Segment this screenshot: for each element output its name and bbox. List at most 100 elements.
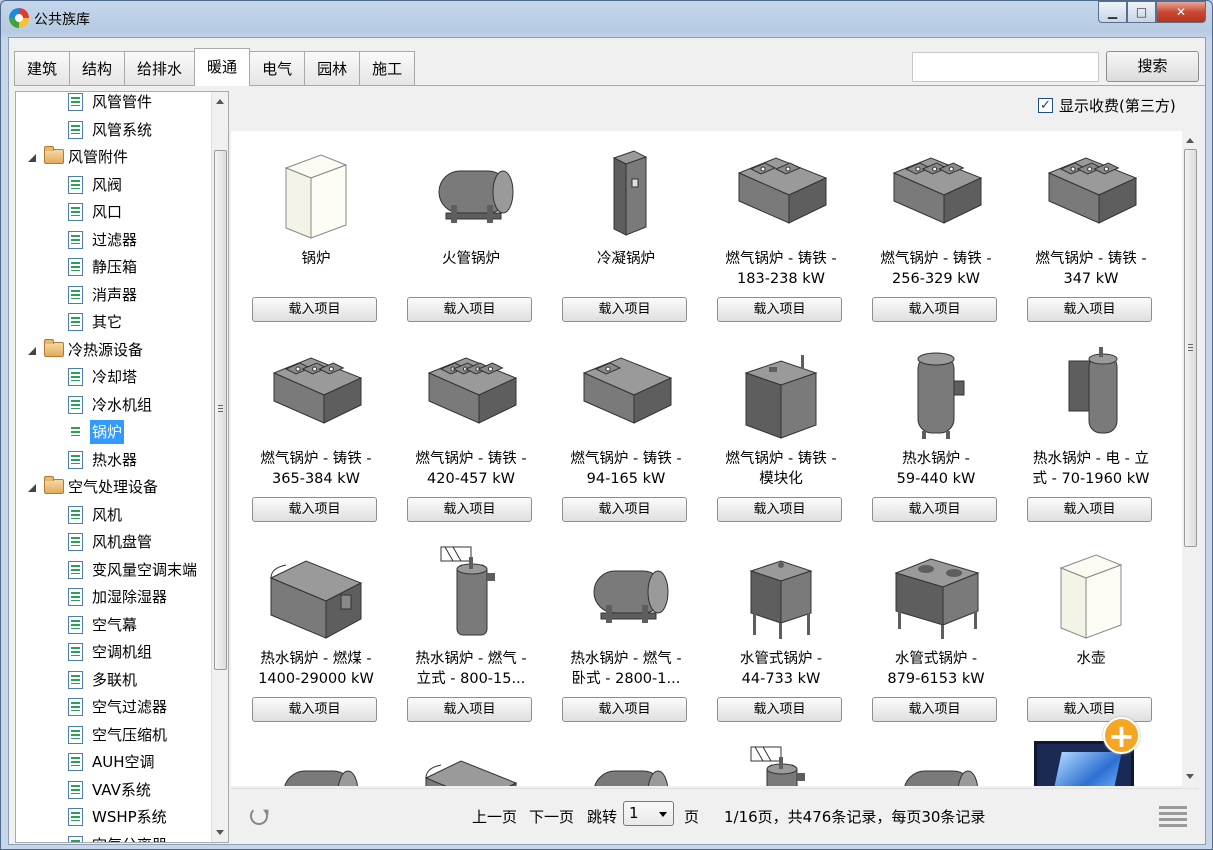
close-button[interactable]: ✕	[1156, 1, 1206, 23]
load-project-button[interactable]: 载入项目	[872, 697, 997, 722]
grid-scroll-thumb[interactable]	[1184, 149, 1197, 547]
family-name-line: 燃气锅炉 - 铸铁 -	[725, 251, 837, 267]
minimize-button[interactable]: ▁	[1098, 1, 1127, 23]
family-card[interactable]: 火管锅炉 载入项目	[396, 131, 546, 322]
tree-label: 空气处理设备	[68, 478, 159, 496]
family-name-line: 水壶	[1076, 651, 1106, 667]
show-paid-label: 显示收费(第三方)	[1059, 97, 1176, 115]
family-card[interactable]: 水管式锅炉 - 44-733 kW 载入项目	[706, 531, 856, 722]
tab-2[interactable]: 给排水	[124, 51, 196, 86]
family-card[interactable]: 水管式锅炉 - 879-6153 kW 载入项目	[861, 531, 1011, 722]
tree-scroll-thumb[interactable]	[214, 150, 227, 670]
tab-0[interactable]: 建筑	[14, 51, 71, 86]
family-file-icon	[68, 670, 83, 689]
tree-label: 冷热源设备	[68, 340, 144, 359]
expand-arrow-icon[interactable]	[28, 154, 36, 162]
tree-label: 空气过滤器	[92, 698, 168, 716]
family-card[interactable]: 热水锅炉 - 燃气 - 卧式 - 2800-1... 载入项目	[551, 531, 701, 722]
family-card[interactable]: 燃气锅炉 - 铸铁 - 347 kW 载入项目	[1016, 131, 1166, 322]
family-thumbnail	[266, 143, 366, 243]
title-bar[interactable]: 公共族库 ▁ □ ✕	[1, 1, 1212, 37]
page-select[interactable]: 1	[623, 801, 674, 826]
load-project-button[interactable]: 载入项目	[252, 297, 377, 322]
next-page-link[interactable]: 下一页	[529, 806, 574, 827]
family-name: 热水锅炉 - 燃气 - 卧式 - 2800-1...	[551, 649, 701, 689]
list-view-icon[interactable]	[1159, 806, 1187, 828]
load-project-button[interactable]: 载入项目	[562, 697, 687, 722]
family-name-line: 44-733 kW	[741, 671, 821, 687]
family-card[interactable]: 燃气锅炉 - 铸铁 - 183-238 kW 载入项目	[706, 131, 856, 322]
load-project-button[interactable]: 载入项目	[407, 497, 532, 522]
load-project-button[interactable]: 载入项目	[562, 497, 687, 522]
family-card[interactable]: 燃气锅炉 - 铸铁 - 420-457 kW 载入项目	[396, 331, 546, 522]
grid-scrollbar[interactable]	[1182, 131, 1199, 786]
family-name-line: 183-238 kW	[737, 271, 825, 287]
show-paid-checkbox[interactable]: ✓	[1038, 98, 1053, 113]
add-fab-button[interactable]: +	[1103, 717, 1140, 754]
load-project-button[interactable]: 载入项目	[252, 697, 377, 722]
scroll-up-icon[interactable]	[1186, 138, 1194, 143]
tree-label: 空气幕	[92, 615, 138, 634]
search-button[interactable]: 搜索	[1106, 51, 1199, 82]
load-project-button[interactable]: 载入项目	[717, 297, 842, 322]
family-card[interactable]: 冷凝锅炉 载入项目	[551, 131, 701, 322]
family-name-line: 365-384 kW	[272, 471, 360, 487]
load-project-button[interactable]: 载入项目	[1027, 497, 1152, 522]
load-project-button[interactable]: 载入项目	[562, 297, 687, 322]
window-title: 公共族库	[34, 12, 90, 28]
family-thumbnail	[576, 143, 676, 243]
refresh-icon[interactable]	[250, 807, 268, 825]
family-name: 水壶	[1016, 649, 1166, 669]
prev-page-link[interactable]: 上一页	[472, 806, 517, 827]
client-area: 建筑 结构 给排水 暖通 电气 园林 施工 搜索 风管管件 风管系统 风管附件 风阀 风口 过滤器 静压…	[8, 37, 1206, 845]
tab-5[interactable]: 园林	[304, 51, 361, 86]
family-thumbnail	[421, 543, 521, 643]
family-name-line: 94-165 kW	[586, 471, 666, 487]
tab-3[interactable]: 暖通	[194, 48, 251, 86]
load-project-button[interactable]: 载入项目	[407, 697, 532, 722]
family-card[interactable]: 锅炉 载入项目	[241, 131, 391, 322]
load-project-button[interactable]: 载入项目	[717, 497, 842, 522]
scroll-down-icon[interactable]	[1186, 774, 1194, 779]
search-input[interactable]	[912, 52, 1099, 82]
family-card[interactable]: 热水锅炉 - 59-440 kW 载入项目	[861, 331, 1011, 522]
family-card[interactable]: 燃气锅炉 - 铸铁 - 模块化 载入项目	[706, 331, 856, 522]
tab-6[interactable]: 施工	[359, 51, 416, 86]
category-tree: 风管管件 风管系统 风管附件 风阀 风口 过滤器 静压箱 消声器 其它 冷热源设备 冷却塔 冷水机组锅…	[15, 91, 229, 843]
load-project-button[interactable]: 载入项目	[1027, 297, 1152, 322]
family-thumbnail	[886, 743, 986, 786]
family-name-line: 锅炉	[301, 251, 331, 267]
family-thumbnail	[576, 743, 676, 786]
family-name-line: 347 kW	[1063, 271, 1119, 287]
expand-arrow-icon[interactable]	[28, 484, 36, 492]
family-file-icon	[68, 175, 83, 194]
load-project-button[interactable]: 载入项目	[872, 297, 997, 322]
tab-1[interactable]: 结构	[69, 51, 126, 86]
jump-label: 跳转	[587, 808, 618, 826]
family-name-line: 879-6153 kW	[887, 671, 985, 687]
family-name-line: 式 - 70-1960 kW	[1032, 471, 1150, 487]
family-thumbnail	[1041, 543, 1141, 643]
family-card[interactable]: 燃气锅炉 - 铸铁 - 94-165 kW 载入项目	[551, 331, 701, 522]
load-project-button[interactable]: 载入项目	[717, 697, 842, 722]
family-card[interactable]: 水壶 载入项目	[1016, 531, 1166, 722]
family-file-icon	[68, 725, 83, 744]
expand-arrow-icon[interactable]	[28, 346, 36, 355]
load-project-button[interactable]: 载入项目	[407, 297, 532, 322]
load-project-button[interactable]: 载入项目	[252, 497, 377, 522]
scroll-up-icon[interactable]	[216, 99, 224, 104]
family-card[interactable]: 热水锅炉 - 燃煤 - 1400-29000 kW 载入项目	[241, 531, 391, 722]
family-card[interactable]: 热水锅炉 - 电 - 立式 - 70-1960 kW 载入项目	[1016, 331, 1166, 522]
family-thumbnail	[731, 143, 831, 243]
family-card[interactable]: 燃气锅炉 - 铸铁 - 365-384 kW 载入项目	[241, 331, 391, 522]
family-card[interactable]: 燃气锅炉 - 铸铁 - 256-329 kW 载入项目	[861, 131, 1011, 322]
family-file-icon	[68, 285, 83, 304]
app-window: 公共族库 ▁ □ ✕ 建筑 结构 给排水 暖通 电气 园林 施工 搜索 风管管件 风管系统 风管…	[0, 0, 1213, 850]
maximize-button[interactable]: □	[1127, 1, 1156, 23]
family-card[interactable]: 热水锅炉 - 燃气 - 立式 - 800-15... 载入项目	[396, 531, 546, 722]
load-project-button[interactable]: 载入项目	[872, 497, 997, 522]
family-file-icon	[68, 560, 83, 579]
tab-4[interactable]: 电气	[249, 51, 306, 86]
tree-scrollbar[interactable]	[211, 92, 228, 842]
scroll-down-icon[interactable]	[216, 830, 224, 835]
